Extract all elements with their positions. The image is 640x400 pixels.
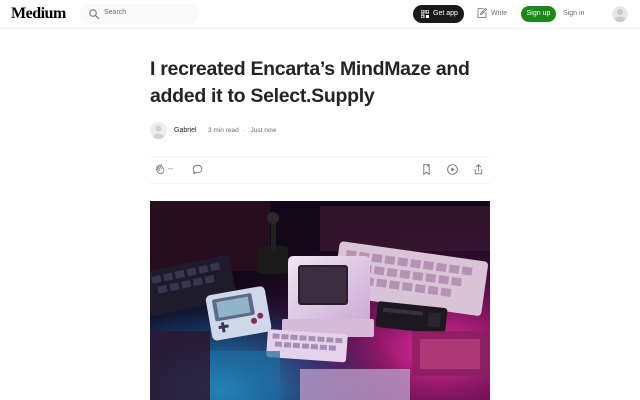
medium-logo[interactable]: Medium: [11, 5, 66, 23]
share-icon[interactable]: [472, 163, 485, 176]
read-time: 3 min read: [208, 127, 239, 134]
publish-date: Just now: [250, 127, 277, 134]
meta-separator: ·: [243, 127, 246, 134]
bookmark-icon[interactable]: [420, 163, 433, 176]
search-input[interactable]: Search: [104, 9, 126, 16]
write-label: Write: [491, 10, 508, 17]
top-navigation-bar: Medium Search Get app Write Sign up Sign…: [0, 0, 640, 29]
user-avatar-icon[interactable]: [612, 6, 628, 22]
search-bar[interactable]: Search: [80, 4, 199, 24]
article-hero-image: [150, 201, 490, 400]
sign-in-link[interactable]: Sign in: [563, 10, 584, 17]
get-app-label: Get app: [433, 10, 458, 17]
clap-count: --: [168, 166, 173, 173]
article-title: I recreated Encarta’s MindMaze and added…: [150, 58, 470, 107]
article-byline: Gabriel 3 min read · Just now: [150, 122, 490, 140]
comment-icon[interactable]: [191, 163, 204, 176]
get-app-icon: [421, 10, 429, 18]
author-avatar[interactable]: [150, 122, 167, 139]
sign-up-button[interactable]: Sign up: [521, 6, 556, 22]
get-app-button[interactable]: Get app: [413, 5, 464, 23]
search-icon: [89, 9, 99, 19]
play-icon[interactable]: [446, 163, 459, 176]
article-action-bar: --: [150, 156, 490, 184]
author-name[interactable]: Gabriel: [174, 127, 197, 134]
article-meta: 3 min read · Just now: [208, 127, 276, 134]
clap-icon[interactable]: [154, 163, 167, 176]
write-icon: [477, 7, 488, 18]
